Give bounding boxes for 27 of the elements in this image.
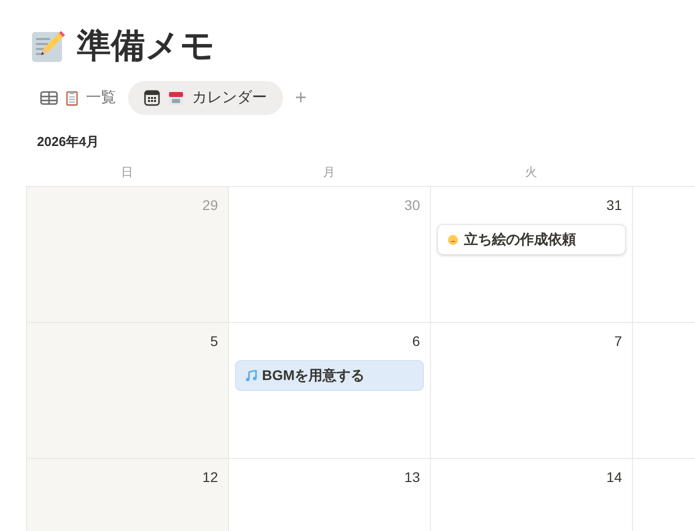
weekday-label: 月 [323, 164, 335, 180]
date-number: 30 [404, 196, 420, 215]
calendar-icon [144, 90, 160, 106]
event-card[interactable]: BGMを用意する [235, 360, 424, 391]
face-icon [447, 234, 459, 246]
tear-off-calendar-icon [168, 90, 184, 106]
music-note-icon [245, 370, 257, 382]
date-number: 6 [412, 332, 420, 351]
date-number: 5 [210, 332, 218, 351]
date-number: 31 [606, 196, 622, 215]
date-number: 7 [614, 332, 622, 351]
date-number: 12 [202, 468, 218, 487]
page-title: 準備メモ [77, 29, 215, 63]
day-cell[interactable]: 12 [26, 459, 228, 531]
event-card[interactable]: 立ち絵の作成依頼 [437, 224, 626, 255]
day-cell[interactable]: 5 [26, 323, 228, 458]
weekday-label: 火 [525, 164, 537, 180]
date-number: 13 [404, 468, 420, 487]
view-tab[interactable]: 一覧 [32, 81, 124, 115]
view-tab[interactable]: カレンダー [128, 81, 283, 115]
table-icon [40, 91, 58, 105]
month-label: 2026年4月 [37, 133, 100, 151]
date-number: 14 [606, 468, 622, 487]
date-number: 29 [202, 196, 218, 215]
clipboard-icon [66, 90, 78, 106]
weekday-label: 日 [121, 164, 133, 180]
memo-pencil-icon [31, 29, 65, 63]
